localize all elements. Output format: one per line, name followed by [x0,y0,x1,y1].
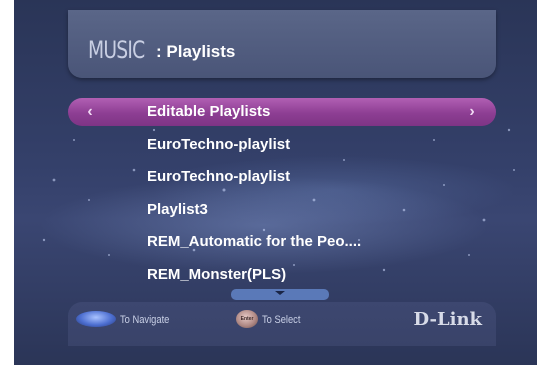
list-item-label: Playlist3 [147,200,208,218]
list-item-label: EuroTechno-playlist [147,135,291,153]
playlist-item[interactable]: REM_Automatic for the Peo.... [68,228,496,256]
section-title: MUSIC [88,36,145,64]
page-title: : Playlists [156,42,236,61]
footer-bar: To Navigate Enter To Select D-Link [68,302,496,346]
list-item-label: Editable Playlists [147,103,271,120]
playlist-item[interactable]: EuroTechno-playlist [68,131,496,159]
playlist-item[interactable]: EuroTechno-playlist [68,163,496,191]
playlist-item-editable-playlists[interactable]: ‹ Editable Playlists › [68,98,496,126]
chevron-left-icon[interactable]: ‹ [82,104,98,120]
nav-pad-icon [76,311,116,327]
tv-screen: MUSIC : Playlists ‹ Editable Playlists ›… [14,0,537,365]
playlist-item[interactable]: REM_Monster(PLS) [68,261,496,289]
navigate-hint: To Navigate [120,314,170,326]
enter-button-icon: Enter [236,310,258,328]
chevron-right-icon[interactable]: › [464,104,480,120]
list-item-label: REM_Monster(PLS) [147,265,287,283]
list-item-label: REM_Automatic for the Peo.... [147,233,362,250]
scroll-down-icon[interactable] [231,289,329,300]
header-panel: MUSIC : Playlists [68,10,496,78]
playlist-list: ‹ Editable Playlists › EuroTechno-playli… [68,98,496,293]
select-hint: To Select [262,314,301,326]
brand-logo: D-Link [413,309,482,330]
list-item-label: EuroTechno-playlist [147,168,291,185]
playlist-item[interactable]: Playlist3 [68,196,496,224]
